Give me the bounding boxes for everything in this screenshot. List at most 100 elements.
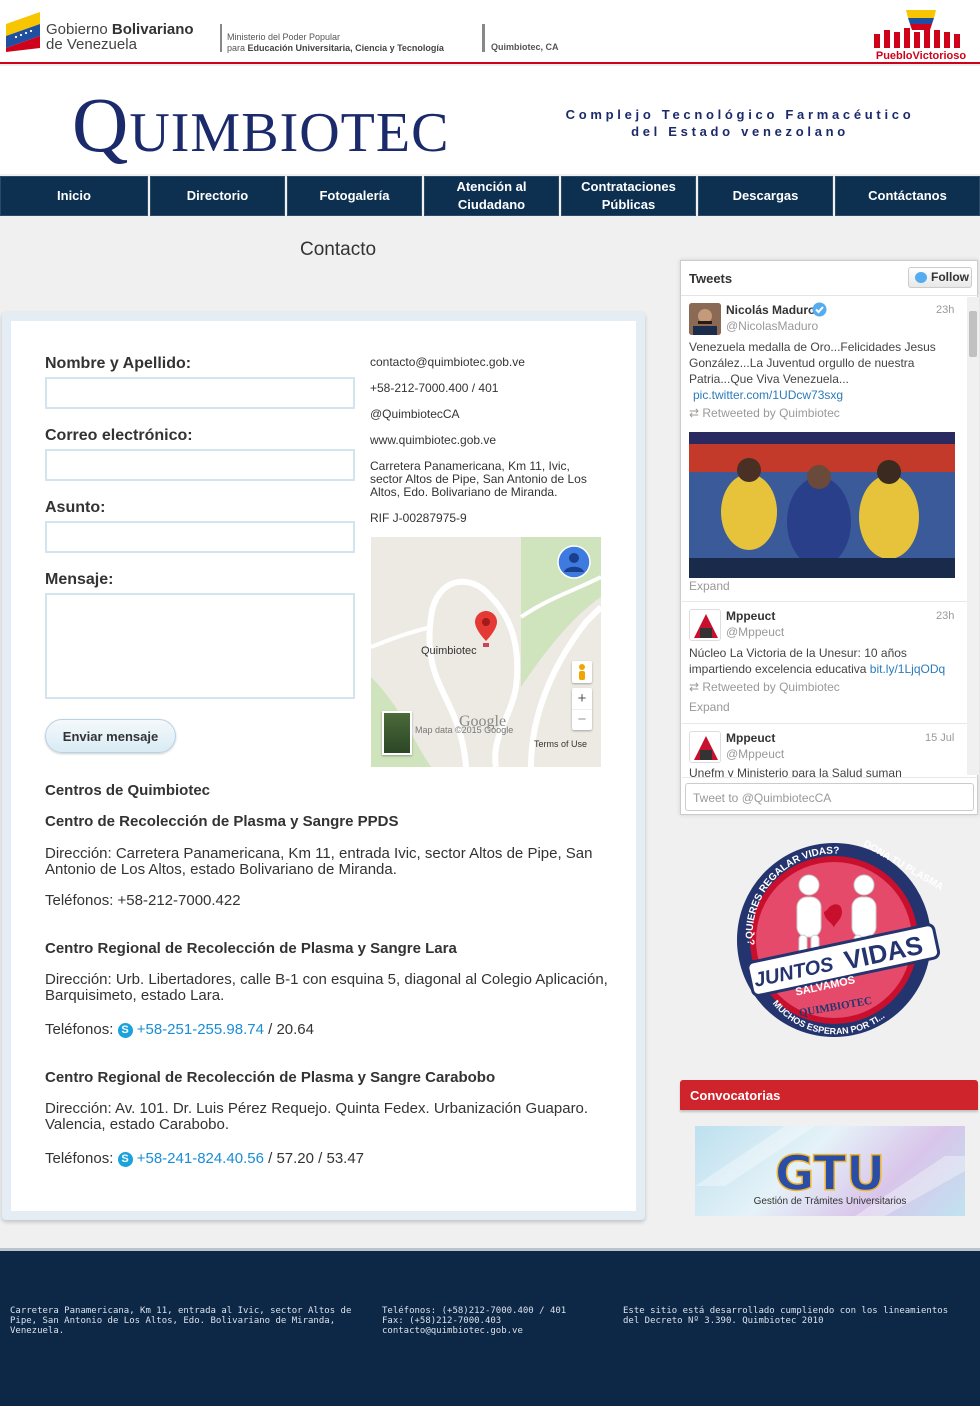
center-address: Dirección: Av. 101. Dr. Luis Pérez Reque… xyxy=(45,1100,589,1133)
message-label: Mensaje: xyxy=(45,571,114,588)
twitter-bird-icon xyxy=(915,272,927,283)
nav-item-fotogalería[interactable]: Fotogalería xyxy=(287,176,422,216)
pueblo-victorioso-logo[interactable]: PuebloVictorioso xyxy=(866,8,976,62)
tagline-line1: Complejo Tecnológico Farmacéutico xyxy=(565,107,915,122)
tweet-text-clip: Unefm y Ministerio para la Salud suman xyxy=(681,765,966,777)
contact-address: Carretera Panamericana, Km 11, Ivic, sec… xyxy=(370,459,587,499)
quimbiotec-logo[interactable]: QUIMBIOTEC xyxy=(72,80,449,170)
convocatorias-heading: Convocatorias xyxy=(680,1080,978,1110)
center-name: Centro Regional de Recolección de Plasma… xyxy=(45,1069,496,1086)
tweet-divider xyxy=(682,777,978,778)
logo-rest: UIMBIOTEC xyxy=(129,102,450,164)
nav-item-descargas[interactable]: Descargas xyxy=(698,176,833,216)
retweet-icon: ⇄ xyxy=(689,680,703,694)
expand-link[interactable]: Expand xyxy=(689,579,730,593)
tweet-author-name[interactable]: Mppeuct xyxy=(726,609,775,623)
gov-name-line2: de Venezuela xyxy=(46,36,137,53)
tweet-divider xyxy=(682,601,978,602)
message-textarea[interactable] xyxy=(45,593,355,699)
ministry-bold: Educación Universitaria, Ciencia y Tecno… xyxy=(247,43,444,53)
nav-item-directorio[interactable]: Directorio xyxy=(150,176,285,216)
tweet-author-handle[interactable]: @NicolasMaduro xyxy=(726,319,818,333)
expand-link[interactable]: Expand xyxy=(689,700,730,714)
government-bar: Gobierno Bolivariano de Venezuela Minist… xyxy=(0,0,980,64)
center-phones-text: Teléfonos: +58-212-7000.422 xyxy=(45,892,241,909)
nav-item-inicio[interactable]: Inicio xyxy=(0,176,148,216)
venezuela-flag-logo xyxy=(6,12,40,52)
center-name: Centro de Recolección de Plasma y Sangre… xyxy=(45,813,399,830)
tweet-link[interactable]: pic.twitter.com/1UDcw73sxg xyxy=(693,387,843,403)
center-address: Dirección: Urb. Libertadores, calle B-1 … xyxy=(45,971,608,1004)
footer-phones: Teléfonos: (+58)212-7000.400 / 401 xyxy=(382,1306,567,1316)
tweet-link[interactable]: bit.ly/1LjqODq xyxy=(870,662,945,676)
ministry-name: Ministerio del Poder Popular para Educac… xyxy=(227,32,444,54)
tweet-photo[interactable] xyxy=(689,432,955,578)
follow-button[interactable]: Follow xyxy=(908,267,972,288)
center-phones: Teléfonos: +58-212-7000.422 xyxy=(45,893,615,909)
tweet-scrollbar[interactable] xyxy=(967,297,979,775)
nav-item-contrataciones-públicas[interactable]: Contrataciones Públicas xyxy=(561,176,696,216)
map-place-label: Quimbiotec xyxy=(421,645,477,657)
avatar[interactable] xyxy=(689,303,721,335)
retweeted-by-text: Retweeted by Quimbiotec xyxy=(702,680,840,694)
tweet-text: Núcleo La Victoria de la Unesur: 10 años… xyxy=(689,645,959,677)
gov-separator xyxy=(220,24,222,52)
tweet-time[interactable]: 15 Jul xyxy=(925,732,954,744)
street-view-icon[interactable] xyxy=(572,661,592,683)
tweet-input[interactable]: Tweet to @QuimbiotecCA xyxy=(685,783,974,811)
tweet-author-name[interactable]: Nicolás Maduro xyxy=(726,303,815,317)
contact-email[interactable]: contacto@quimbiotec.gob.ve xyxy=(370,356,525,369)
satellite-thumbnail[interactable] xyxy=(382,711,412,755)
profile-icon[interactable] xyxy=(557,545,591,579)
skype-icon[interactable]: S xyxy=(117,1152,133,1167)
location-map[interactable]: Quimbiotec + − Google Map data ©2015 Goo… xyxy=(371,537,601,767)
gov-entity: Quimbiotec, CA xyxy=(491,42,559,52)
center-phones: Teléfonos: S +58-251-255.98.74 / 20.64 xyxy=(45,1022,615,1038)
plasma-campaign-badge[interactable]: ¿QUIERES REGALAR VIDAS? DONA TU PLASMA J… xyxy=(724,840,946,1045)
tweet-author-handle[interactable]: @Mppeuct xyxy=(726,625,784,639)
follow-label: Follow xyxy=(931,270,969,284)
tweet-time[interactable]: 23h xyxy=(936,304,954,316)
contact-phone: +58-212-7000.400 / 401 xyxy=(370,381,499,395)
twitter-title: Tweets xyxy=(689,271,733,286)
nav-item-contáctanos[interactable]: Contáctanos xyxy=(835,176,980,216)
contact-website[interactable]: www.quimbiotec.gob.ve xyxy=(370,434,496,447)
center-phone-link[interactable]: +58-251-255.98.74 xyxy=(137,1021,264,1038)
zoom-out-button[interactable]: − xyxy=(572,709,592,730)
logo-first-letter: Q xyxy=(72,81,130,168)
center-phones-suffix: / 20.64 xyxy=(263,1021,314,1038)
footer-fax: Fax: (+58)212-7000.403 xyxy=(382,1316,502,1326)
map-pin-icon[interactable] xyxy=(475,611,497,647)
name-input[interactable] xyxy=(45,377,355,409)
center-address: Dirección: Carretera Panamericana, Km 11… xyxy=(45,845,593,878)
center-phone-link[interactable]: +58-241-824.40.56 xyxy=(137,1150,264,1167)
avatar[interactable] xyxy=(689,731,721,763)
tweet-author-handle[interactable]: @Mppeuct xyxy=(726,747,784,761)
site-header: QUIMBIOTEC Complejo Tecnológico Farmacéu… xyxy=(0,66,980,174)
centers-heading: Centros de Quimbiotec xyxy=(45,782,211,799)
contact-rif: RIF J-00287975-9 xyxy=(370,511,467,525)
contact-twitter[interactable]: @QuimbiotecCA xyxy=(370,408,460,421)
avatar[interactable] xyxy=(689,609,721,641)
site-tagline: Complejo Tecnológico Farmacéutico del Es… xyxy=(535,106,945,140)
gov-separator xyxy=(482,24,485,52)
main-nav: Inicio Directorio Fotogalería Atención al C… xyxy=(0,176,980,216)
ministry-prefix: para xyxy=(227,43,246,53)
twitter-header: Tweets Follow xyxy=(681,261,979,296)
send-message-button[interactable]: Enviar mensaje xyxy=(45,719,176,753)
footer-email[interactable]: contacto@quimbiotec.gob.ve xyxy=(382,1326,612,1336)
tweet-author-name[interactable]: Mppeuct xyxy=(726,731,775,745)
zoom-control: + − xyxy=(572,688,592,730)
email-input[interactable] xyxy=(45,449,355,481)
footer-address: Carretera Panamericana, Km 11, entrada a… xyxy=(10,1306,352,1336)
subject-input[interactable] xyxy=(45,521,355,553)
map-terms-link[interactable]: Terms of Use xyxy=(534,739,587,749)
footer-contact: Teléfonos: (+58)212-7000.400 / 401 Fax: … xyxy=(382,1306,612,1336)
zoom-in-button[interactable]: + xyxy=(572,688,592,709)
retweeted-by: ⇄ Retweeted by Quimbiotec xyxy=(689,406,840,420)
skype-icon[interactable]: S xyxy=(117,1023,133,1038)
nav-item-atención-al-ciudadano[interactable]: Atención al Ciudadano xyxy=(424,176,559,216)
tweet-scroll-thumb[interactable] xyxy=(969,311,977,357)
gtu-banner[interactable]: GTU Gestión de Trámites Universitarios xyxy=(695,1126,965,1216)
tweet-time[interactable]: 23h xyxy=(936,610,954,622)
